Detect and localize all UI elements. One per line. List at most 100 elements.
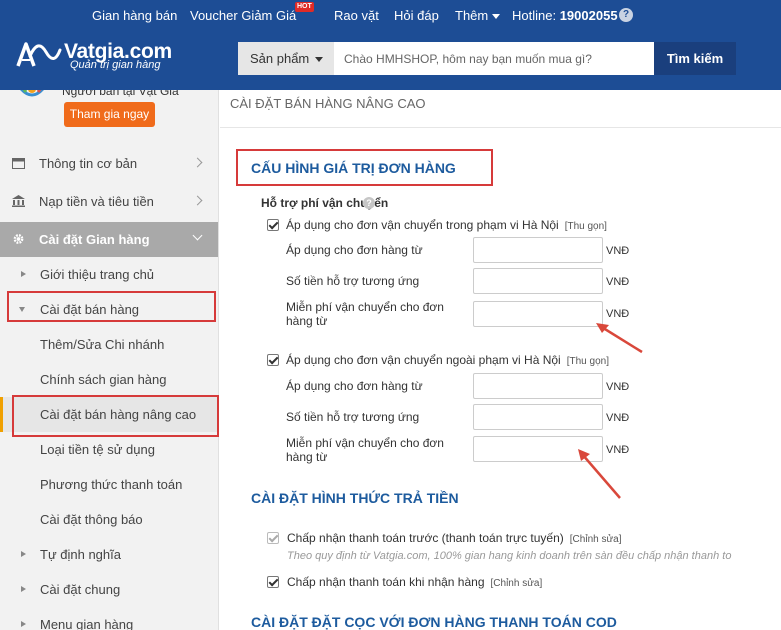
chevron-down-icon bbox=[492, 14, 501, 20]
payment-settings-title: CÀI ĐẶT HÌNH THỨC TRẢ TIỀN bbox=[251, 490, 459, 506]
prepay-label: Chấp nhận thanh toán trước (thanh toán t… bbox=[287, 531, 564, 545]
sidebar-item-homepage-intro[interactable]: Giới thiệu trang chủ bbox=[0, 257, 218, 292]
calendar-icon bbox=[12, 158, 25, 169]
divider bbox=[220, 127, 781, 128]
hotline: Hotline: 19002055 bbox=[512, 8, 618, 23]
unit-label: VNĐ bbox=[606, 412, 630, 424]
search-category-label: Sản phẩm bbox=[250, 51, 310, 66]
field-label: Áp dụng cho đơn hàng từ bbox=[286, 243, 423, 257]
header: Gian hàng bán Voucher Giảm Giá HOT Rao v… bbox=[0, 0, 781, 90]
sidebar: Người bán tại Vật Giá Tham gia ngay Thôn… bbox=[0, 90, 219, 630]
sidebar-item-shop-policy[interactable]: Chính sách gian hàng bbox=[0, 362, 218, 397]
triangle-down-icon bbox=[19, 307, 25, 312]
field-label: Số tiền hỗ trợ tương ứng bbox=[286, 410, 420, 424]
sidebar-item-payment-methods[interactable]: Phương thức thanh toán bbox=[0, 467, 218, 502]
cod-checkbox[interactable] bbox=[267, 576, 279, 588]
sidebar-item-advanced-sales-settings[interactable]: Cài đặt bán hàng nâng cao bbox=[0, 397, 218, 432]
nav-rao-vat[interactable]: Rao vặt bbox=[334, 8, 379, 23]
search-input[interactable] bbox=[334, 42, 654, 75]
sidebar-item-label: Chính sách gian hàng bbox=[40, 372, 167, 387]
hanoi-min-order-input[interactable] bbox=[473, 237, 603, 263]
sidebar-item-label: Cài đặt bán hàng nâng cao bbox=[40, 407, 197, 422]
sidebar-item-label: Phương thức thanh toán bbox=[40, 477, 183, 492]
help-icon[interactable]: ? bbox=[619, 8, 633, 22]
seller-avatar-icon bbox=[20, 90, 44, 97]
prepay-row: Chấp nhận thanh toán trước (thanh toán t… bbox=[287, 531, 622, 545]
unit-label: VNĐ bbox=[606, 245, 630, 257]
bank-icon bbox=[12, 195, 25, 207]
triangle-right-icon bbox=[21, 621, 26, 627]
cod-row: Chấp nhận thanh toán khi nhận hàng [Chỉnh… bbox=[287, 575, 542, 589]
annotation-arrow-icon bbox=[578, 449, 621, 499]
triangle-right-icon bbox=[21, 586, 26, 592]
sidebar-item-topup[interactable]: Nạp tiền và tiêu tiền bbox=[0, 184, 218, 219]
sidebar-item-label: Loại tiền tệ sử dụng bbox=[40, 442, 155, 457]
help-icon[interactable]: ? bbox=[363, 197, 375, 209]
sidebar-item-basic-info[interactable]: Thông tin cơ bản bbox=[0, 146, 218, 181]
hanoi-free-shipping-input[interactable] bbox=[473, 301, 603, 327]
sidebar-item-branches[interactable]: Thêm/Sửa Chi nhánh bbox=[0, 327, 218, 362]
brand-slogan: Quản trị gian hàng bbox=[70, 59, 161, 71]
field-label: Số tiền hỗ trợ tương ứng bbox=[286, 274, 420, 288]
prepay-checkbox bbox=[267, 532, 279, 544]
nav-hoi-dap[interactable]: Hỏi đáp bbox=[394, 8, 439, 23]
hanoi-collapse-link[interactable]: [Thu gọn] bbox=[565, 221, 607, 232]
hotline-number: 19002055 bbox=[559, 8, 618, 23]
prepay-edit-link[interactable]: [Chỉnh sửa] bbox=[570, 534, 622, 545]
cod-edit-link[interactable]: [Chỉnh sửa] bbox=[491, 578, 543, 589]
field-label: Miễn phí vận chuyển cho đơn hàng từ bbox=[286, 300, 444, 328]
triangle-right-icon bbox=[21, 551, 26, 557]
nav-them[interactable]: Thêm bbox=[455, 8, 501, 23]
chevron-right-icon bbox=[192, 195, 203, 206]
hanoi-shipping-checkbox[interactable] bbox=[267, 219, 279, 231]
sidebar-item-general-settings[interactable]: Cài đặt chung bbox=[0, 572, 218, 607]
search-category-select[interactable]: Sản phẩm bbox=[238, 42, 334, 75]
outside-hanoi-shipping-label: Áp dụng cho đơn vận chuyển ngoài phạm vi… bbox=[286, 353, 561, 367]
sidebar-item-notifications[interactable]: Cài đặt thông báo bbox=[0, 502, 218, 537]
nav-gian-hang-ban[interactable]: Gian hàng bán bbox=[92, 8, 177, 23]
outside-hanoi-shipping-checkbox[interactable] bbox=[267, 354, 279, 366]
hanoi-shipping-row: Áp dụng cho đơn vận chuyển trong phạm vi… bbox=[286, 218, 607, 232]
sidebar-item-label: Cài đặt bán hàng bbox=[40, 302, 140, 317]
logo[interactable]: Vatgia.com Quản trị gian hàng bbox=[16, 38, 216, 78]
outside-min-order-input[interactable] bbox=[473, 373, 603, 399]
cod-deposit-title: CÀI ĐẶT ĐẶT CỌC VỚI ĐƠN HÀNG THANH TOÁN … bbox=[251, 614, 617, 630]
sidebar-item-label: Giới thiệu trang chủ bbox=[40, 267, 155, 282]
join-button[interactable]: Tham gia ngay bbox=[64, 102, 155, 127]
cod-label: Chấp nhận thanh toán khi nhận hàng bbox=[287, 575, 485, 589]
gear-icon bbox=[13, 234, 24, 244]
sidebar-item-label: Cài đặt chung bbox=[40, 582, 121, 597]
order-config-title: CẤU HÌNH GIÁ TRỊ ĐƠN HÀNG bbox=[251, 160, 456, 176]
page-title: CÀI ĐẶT BÁN HÀNG NÂNG CAO bbox=[230, 96, 426, 111]
outside-hanoi-shipping-row: Áp dụng cho đơn vận chuyển ngoài phạm vi… bbox=[286, 353, 609, 367]
triangle-right-icon bbox=[21, 271, 26, 277]
sidebar-item-label: Cài đặt Gian hàng bbox=[39, 232, 150, 247]
unit-label: VNĐ bbox=[606, 276, 630, 288]
sidebar-item-shop-menu[interactable]: Menu gian hàng bbox=[0, 607, 218, 630]
main-content: CÀI ĐẶT BÁN HÀNG NÂNG CAO CẤU HÌNH GIÁ T… bbox=[220, 90, 781, 630]
search-button[interactable]: Tìm kiếm bbox=[654, 42, 736, 75]
nav-voucher[interactable]: Voucher Giảm Giá bbox=[190, 8, 296, 23]
profile-name: Người bán tại Vật Giá bbox=[62, 90, 179, 98]
field-label: Áp dụng cho đơn hàng từ bbox=[286, 379, 423, 393]
sidebar-item-shop-settings[interactable]: Cài đặt Gian hàng bbox=[0, 222, 218, 257]
sidebar-item-label: Thêm/Sửa Chi nhánh bbox=[40, 337, 165, 352]
outside-support-amount-input[interactable] bbox=[473, 404, 603, 430]
nav-them-label: Thêm bbox=[455, 8, 489, 23]
hot-badge: HOT bbox=[295, 2, 314, 12]
annotation-arrow-icon bbox=[596, 323, 643, 354]
hanoi-shipping-label: Áp dụng cho đơn vận chuyển trong phạm vi… bbox=[286, 218, 559, 232]
field-label: Miễn phí vận chuyển cho đơn hàng từ bbox=[286, 436, 444, 464]
chevron-right-icon bbox=[192, 157, 203, 168]
sidebar-item-currency[interactable]: Loại tiền tệ sử dụng bbox=[0, 432, 218, 467]
chevron-down-icon bbox=[192, 230, 203, 241]
sidebar-item-label: Cài đặt thông báo bbox=[40, 512, 143, 527]
sidebar-item-sales-settings[interactable]: Cài đặt bán hàng bbox=[0, 292, 218, 327]
vatgia-logo-icon bbox=[16, 42, 62, 67]
prepay-note: Theo quy định từ Vatgia.com, 100% gian h… bbox=[287, 550, 732, 562]
unit-label: VNĐ bbox=[606, 381, 630, 393]
search-bar: Sản phẩm Tìm kiếm bbox=[238, 42, 736, 75]
chevron-down-icon bbox=[315, 57, 324, 63]
hanoi-support-amount-input[interactable] bbox=[473, 268, 603, 294]
sidebar-item-custom[interactable]: Tự định nghĩa bbox=[0, 537, 218, 572]
